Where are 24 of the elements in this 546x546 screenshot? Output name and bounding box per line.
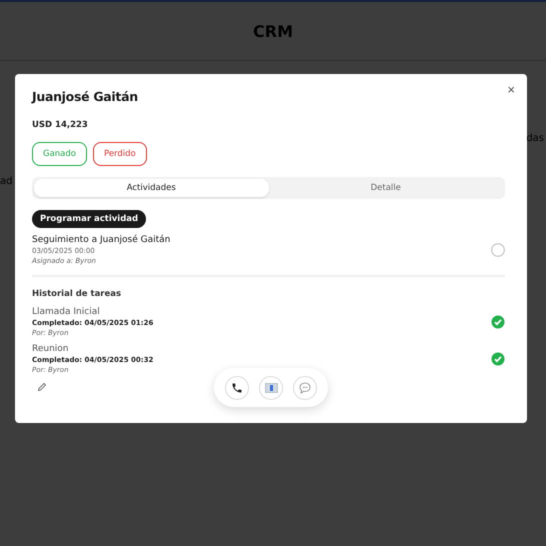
call-button[interactable]: [225, 376, 249, 400]
chat-bubble-icon: [299, 382, 311, 394]
task-title: Llamada Inicial: [32, 307, 101, 317]
amount-text: USD 14,223: [32, 120, 89, 130]
envelope-icon: [264, 382, 278, 392]
email-button[interactable]: [259, 376, 283, 400]
modal-title: Juanjosé Gaitán: [32, 89, 139, 104]
close-button[interactable]: ×: [505, 82, 517, 97]
section-title: Historial de tareas: [32, 289, 122, 299]
page-title: CRM: [253, 22, 293, 40]
background-text: ad: [0, 176, 12, 187]
tab[interactable]: Detalle: [268, 179, 503, 197]
tab[interactable]: Actividades: [34, 179, 268, 197]
phone-icon: [231, 382, 243, 394]
task-title: Reunion: [32, 344, 70, 354]
status-button[interactable]: Perdido: [93, 142, 147, 166]
check-circle-icon[interactable]: [491, 352, 505, 366]
pencil-icon[interactable]: [37, 382, 47, 392]
schedule-activity-button[interactable]: Programar actividad: [32, 210, 146, 228]
activity-title: Seguimiento a Juanjosé Gaitán: [32, 235, 170, 245]
empty-circle-icon[interactable]: [491, 243, 505, 257]
background-text: das: [526, 133, 544, 144]
chat-button[interactable]: [293, 376, 317, 400]
check-circle-icon[interactable]: [491, 315, 505, 329]
